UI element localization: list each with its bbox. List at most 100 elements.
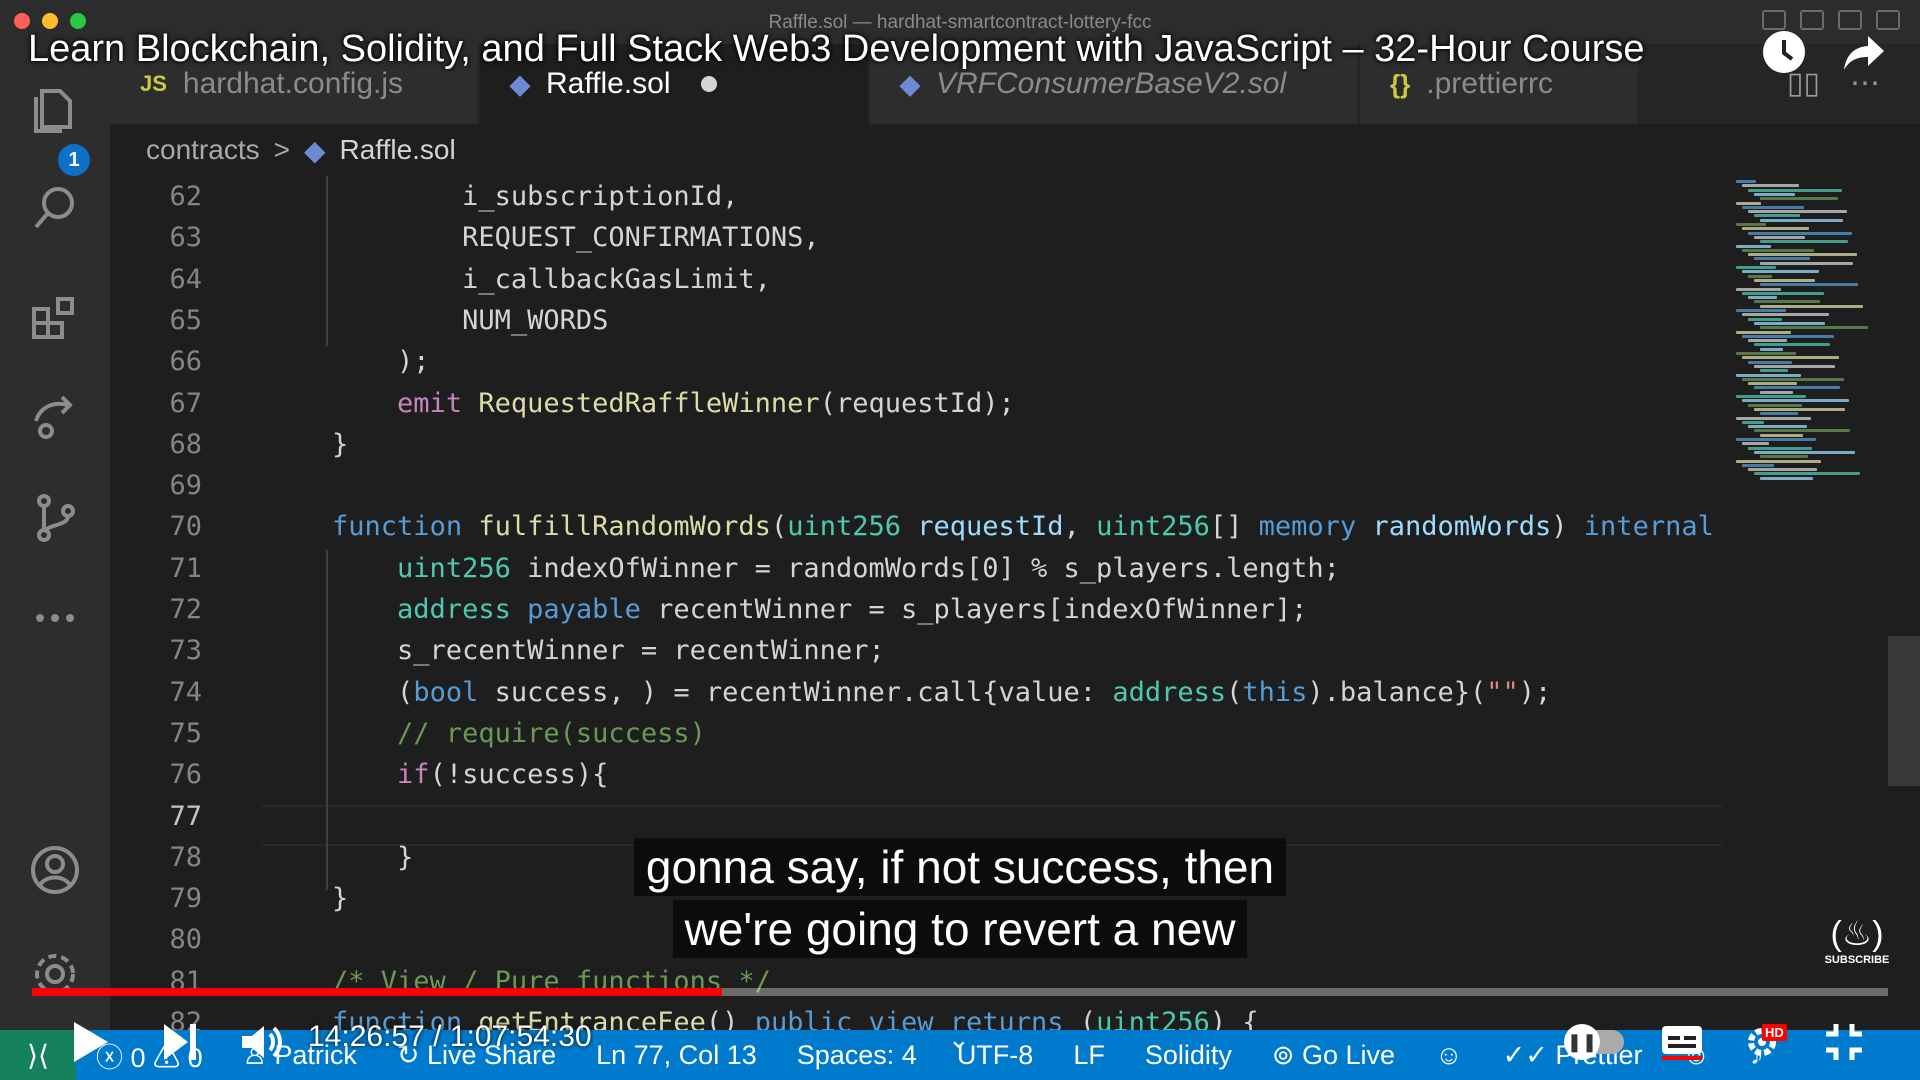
captions-icon[interactable]: [1660, 1024, 1704, 1060]
chevron-down-icon[interactable]: ⌄: [948, 1024, 970, 1055]
minimap-line: [1736, 309, 1786, 312]
minimap-line: [1748, 446, 1812, 450]
code-line[interactable]: );: [267, 341, 430, 382]
code-line[interactable]: }: [267, 837, 413, 878]
minimap-line: [1760, 218, 1843, 222]
minimap-line: [1760, 476, 1813, 480]
scrollbar-thumb[interactable]: [1888, 636, 1920, 786]
toggle-panel-icon[interactable]: [1800, 10, 1824, 30]
line-number: 69: [169, 470, 202, 502]
code-line[interactable]: uint256 indexOfWinner = randomWords[0] %…: [267, 548, 1340, 589]
code-line[interactable]: emit RequestedRaffleWinner(requestId);: [267, 383, 1015, 424]
minimap-line: [1760, 197, 1838, 201]
share-icon[interactable]: [1840, 28, 1888, 76]
code-line[interactable]: REQUEST_CONFIRMATIONS,: [267, 217, 820, 258]
search-icon[interactable]: [25, 178, 85, 238]
code-line[interactable]: i_callbackGasLimit,: [267, 259, 771, 300]
subscribe-watermark[interactable]: (♨) SUBSCRIBE: [1822, 914, 1892, 966]
files-icon[interactable]: [25, 78, 85, 138]
minimap-line: [1760, 240, 1848, 244]
line-number: 80: [169, 924, 202, 956]
code-line[interactable]: // require(success): [267, 713, 706, 754]
minimap-line: [1742, 442, 1769, 446]
code-line[interactable]: }: [267, 424, 348, 465]
minimap-line: [1748, 339, 1787, 343]
minimap-line: [1754, 472, 1860, 476]
solidity-file-icon: ◆: [900, 68, 920, 99]
minimap-line: [1742, 399, 1849, 403]
minimap-line: [1760, 412, 1798, 416]
code-token: // require(success): [267, 717, 706, 749]
breadcrumb-file[interactable]: Raffle.sol: [340, 134, 456, 166]
line-number: 68: [169, 428, 202, 460]
minimap-line: [1754, 386, 1840, 390]
toggle-secondary-sidebar-icon[interactable]: [1838, 10, 1862, 30]
watch-later-icon[interactable]: [1760, 28, 1808, 76]
code-token: (: [267, 676, 414, 708]
minimap-line: [1742, 356, 1839, 360]
minimap-line: [1736, 201, 1761, 205]
video-title[interactable]: Learn Blockchain, Solidity, and Full Sta…: [28, 28, 1644, 71]
unsaved-changes-dot[interactable]: [700, 76, 717, 92]
line-number: 70: [169, 511, 202, 543]
minimap-line: [1754, 429, 1850, 433]
account-icon[interactable]: [25, 840, 85, 900]
code-token: address: [397, 594, 528, 625]
minimap-line: [1754, 192, 1795, 196]
code-line[interactable]: s_recentWinner = recentWinner;: [267, 630, 885, 671]
minimap-line: [1742, 463, 1774, 467]
remote-explorer-icon[interactable]: [25, 388, 85, 448]
code-token: emit: [397, 387, 479, 419]
next-icon[interactable]: [162, 1022, 198, 1062]
breadcrumb-folder[interactable]: contracts: [146, 134, 260, 166]
code-token: );: [267, 346, 430, 378]
line-number: 65: [169, 304, 202, 336]
minimap-line: [1748, 468, 1817, 472]
play-icon[interactable]: [70, 1020, 110, 1064]
code-line[interactable]: i_subscriptionId,: [267, 176, 738, 217]
video-progress-played: [32, 988, 723, 996]
minimap-line: [1754, 278, 1815, 282]
minimap-line: [1754, 321, 1825, 325]
video-controls: ⌄ ❚❚ HD: [0, 1006, 1920, 1076]
code-token: i_subscriptionId,: [267, 181, 739, 212]
minimap-line: [1748, 210, 1847, 214]
line-number: 74: [169, 676, 202, 708]
minimap-line: [1736, 352, 1796, 355]
toggle-sidebar-icon[interactable]: [1762, 10, 1786, 30]
minimap-line: [1736, 395, 1806, 398]
code-line[interactable]: (bool success, ) = recentWinner.call{val…: [267, 672, 1551, 713]
code-token: }: [267, 883, 349, 915]
solidity-file-icon: ◆: [510, 68, 530, 99]
chevron-right-icon: >: [273, 134, 290, 165]
code-line[interactable]: if(!success){: [267, 754, 608, 795]
code-line[interactable]: }: [267, 878, 348, 919]
code-token: REQUEST_CONFIRMATIONS,: [267, 222, 820, 254]
code-line[interactable]: function fulfillRandomWords(uint256 requ…: [267, 506, 1714, 547]
minimap-line: [1742, 205, 1804, 209]
code-token: fulfillRandomWords: [478, 511, 771, 543]
source-control-icon[interactable]: [25, 488, 85, 548]
more-icon[interactable]: [25, 588, 85, 648]
vertical-scrollbar[interactable]: [1888, 176, 1920, 1030]
code-line[interactable]: address payable recentWinner = s_players…: [267, 589, 1307, 630]
volume-icon[interactable]: [240, 1022, 284, 1062]
extensions-icon[interactable]: [25, 288, 85, 348]
line-number: 78: [169, 841, 202, 873]
customize-layout-icon[interactable]: [1876, 10, 1900, 30]
minimap[interactable]: [1728, 176, 1888, 1030]
video-progress-bar[interactable]: [32, 988, 1888, 996]
minimap-line: [1760, 390, 1793, 394]
line-number: 75: [169, 717, 202, 749]
minimap-line: [1736, 459, 1821, 463]
minimap-line: [1748, 296, 1777, 300]
code-token: );: [1518, 676, 1552, 708]
fullscreen-exit-icon[interactable]: [1824, 1022, 1864, 1062]
tab-label: Raffle.sol: [546, 67, 671, 100]
minimap-line: [1736, 373, 1801, 377]
code-token: s_recentWinner = recentWinner;: [267, 635, 885, 667]
autoplay-toggle[interactable]: ❚❚: [1564, 1024, 1624, 1060]
minimap-line: [1742, 270, 1819, 274]
code-line[interactable]: NUM_WORDS: [267, 300, 608, 341]
code-token: address: [1112, 676, 1227, 708]
